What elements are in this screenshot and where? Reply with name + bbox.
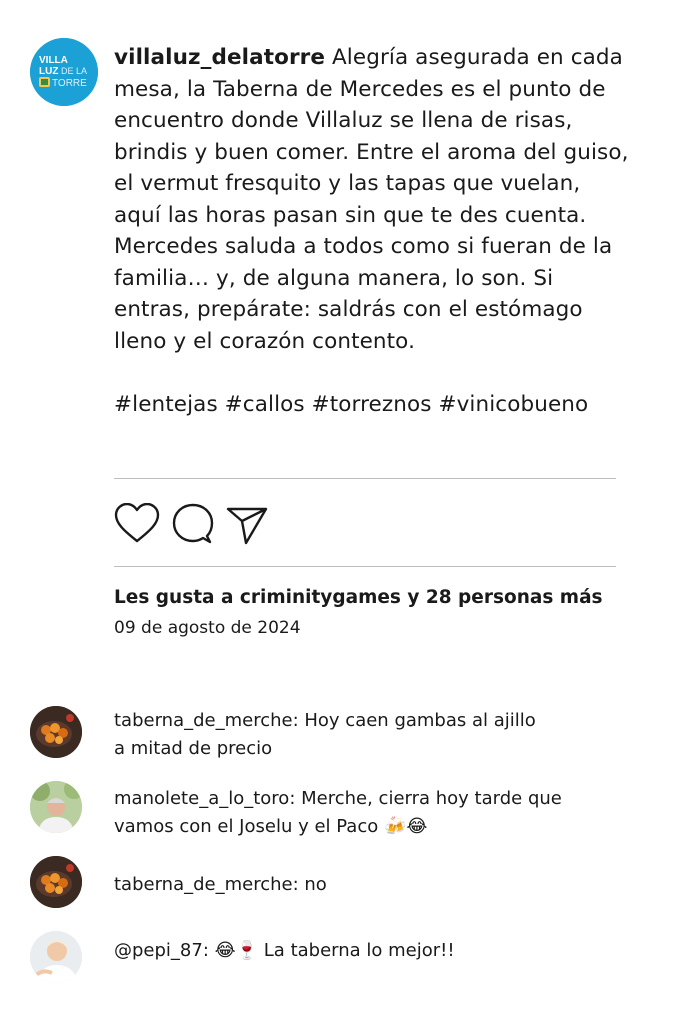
svg-text:LUZ: LUZ [39,66,58,77]
post-username[interactable]: villaluz_delatorre [114,45,325,70]
commenter-avatar[interactable] [30,706,82,758]
commenter-avatar[interactable] [30,781,82,833]
person-photo-icon [30,931,82,983]
comment-bubble-icon [172,503,214,544]
commenter-avatar[interactable] [30,856,82,908]
heart-icon [114,503,160,543]
person-photo-icon [30,781,82,833]
like-button[interactable] [114,503,160,545]
account-avatar[interactable]: VILLA LUZ DE LA TORRE [30,38,98,106]
hashtags[interactable]: #lentejas #callos #torreznos #vinicobuen… [114,389,634,421]
comment-line: vamos con el Joselu y el Paco 🍻😂 [114,816,428,837]
comment-line: manolete_a_lo_toro: Merche, cierra hoy t… [114,788,562,809]
paper-plane-icon [226,507,268,545]
comment-button[interactable] [170,503,216,545]
villaluz-logo: VILLA LUZ DE LA TORRE [30,38,98,106]
commenter-avatar[interactable] [30,931,82,983]
comment-line: @pepi_87: 😂🍷 La taberna lo mejor!! [114,940,455,961]
comment-line: a mitad de precio [114,738,273,759]
caption-text: Alegría asegurada en cada mesa, la Taber… [114,45,629,354]
svg-text:VILLA: VILLA [39,55,68,66]
likes-summary[interactable]: Les gusta a criminitygames y 28 personas… [114,587,603,608]
food-dish-icon [30,856,82,908]
comment-line: taberna_de_merche: no [114,874,327,895]
divider-bottom [114,566,616,567]
food-dish-icon [30,706,82,758]
svg-text:TORRE: TORRE [52,78,87,89]
comment-line: taberna_de_merche: Hoy caen gambas al aj… [114,710,536,731]
share-button[interactable] [226,503,272,545]
divider-top [114,478,616,479]
svg-text:DE LA: DE LA [61,66,87,76]
post-caption: villaluz_delatorre Alegría asegurada en … [114,42,634,420]
action-bar [114,503,282,545]
post-date: 09 de agosto de 2024 [114,618,301,638]
